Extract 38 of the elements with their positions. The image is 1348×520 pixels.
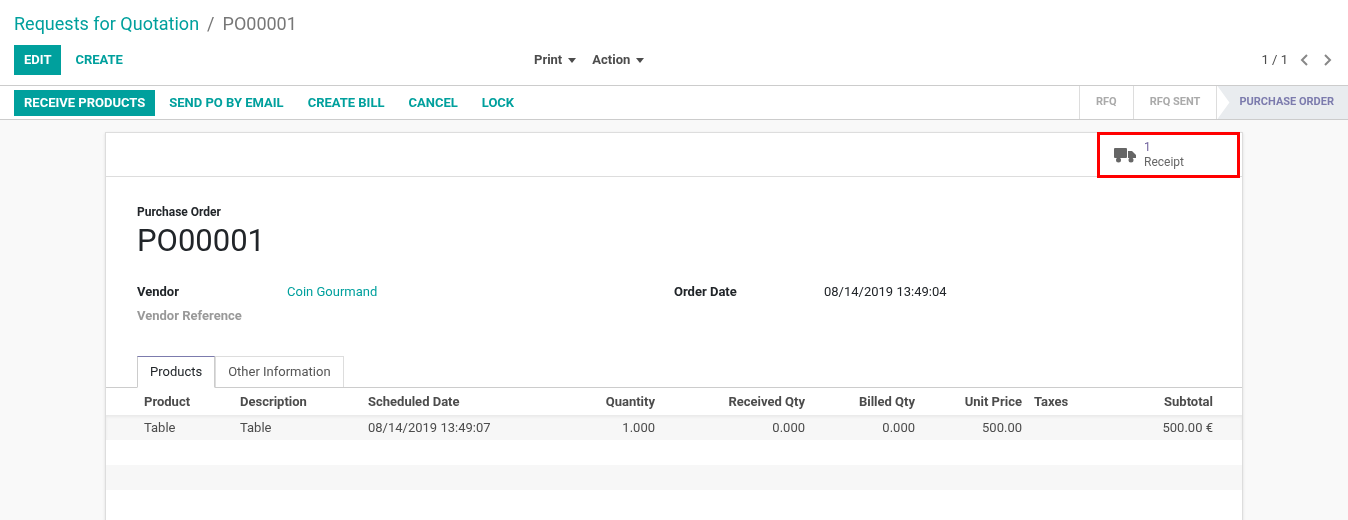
- table-cell: 500.00: [982, 419, 1022, 435]
- form-subtitle: Purchase Order: [137, 204, 222, 221]
- column-header[interactable]: Received Qty: [655, 391, 805, 412]
- breadcrumb-current: PO00001: [222, 12, 297, 36]
- form-tab[interactable]: Other Information: [215, 356, 344, 387]
- caret-icon: [636, 57, 645, 63]
- table-cell: Table: [144, 419, 176, 435]
- column-header[interactable]: Subtotal: [1100, 391, 1213, 412]
- previous-icon[interactable]: [1300, 54, 1310, 66]
- receipt-count: 1: [1144, 140, 1151, 155]
- dropdown-button[interactable]: Action: [592, 50, 645, 70]
- column-header[interactable]: Product: [144, 391, 240, 412]
- form-title: PO00001: [137, 221, 266, 261]
- receipt-label: Receipt: [1144, 155, 1184, 170]
- dropdown-button[interactable]: Print: [534, 50, 577, 70]
- column-header[interactable]: Taxes: [1022, 391, 1100, 412]
- column-header[interactable]: Billed Qty: [805, 391, 915, 412]
- form-tab[interactable]: Products: [137, 356, 216, 388]
- caret-icon: [568, 57, 577, 63]
- table-cell: 500.00 €: [1162, 419, 1213, 435]
- field-label: Order Date: [674, 283, 738, 302]
- column-header[interactable]: Description: [240, 391, 368, 412]
- pager-text: 1 / 1: [1261, 51, 1288, 70]
- truck-icon: [1114, 146, 1136, 164]
- column-header[interactable]: Scheduled Date: [368, 391, 560, 412]
- field-value: 08/14/2019 13:49:04: [824, 283, 947, 302]
- table-cell: 08/14/2019 13:49:07: [368, 419, 491, 435]
- field-label: Vendor Reference: [137, 307, 243, 326]
- table-cell: 0.000: [882, 419, 915, 435]
- table-cell: 0.000: [772, 419, 805, 435]
- receipt-smart-button[interactable]: 1 Receipt: [1097, 132, 1240, 178]
- column-header[interactable]: Quantity: [560, 391, 655, 412]
- field-label: Vendor: [137, 283, 180, 302]
- next-icon[interactable]: [1322, 54, 1332, 66]
- table-cell: 1.000: [622, 419, 655, 435]
- column-header[interactable]: Unit Price: [915, 391, 1022, 412]
- table-cell: Table: [240, 419, 272, 435]
- breadcrumb-separator: /: [207, 12, 215, 36]
